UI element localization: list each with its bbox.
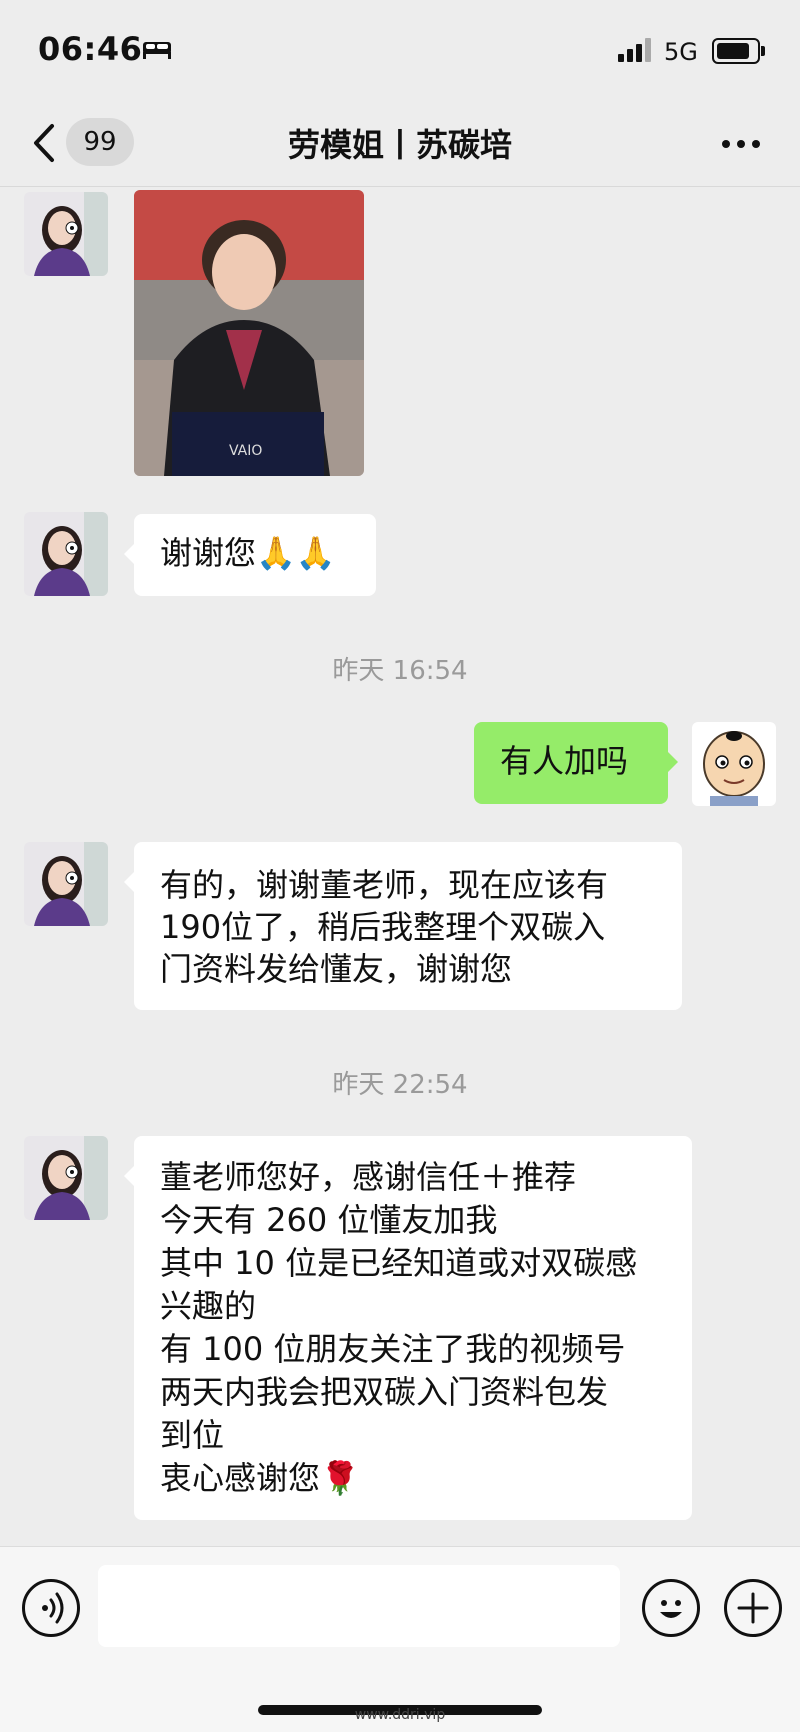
back-icon[interactable] [28, 118, 68, 168]
contact-avatar-image [24, 1136, 108, 1220]
more-icon[interactable] [716, 124, 766, 164]
svg-text:VAIO: VAIO [229, 443, 262, 459]
status-bar: 06:46 5G [0, 0, 800, 100]
contact-avatar[interactable] [24, 192, 108, 276]
contact-avatar-image [24, 512, 108, 596]
battery-fill [717, 43, 750, 59]
plus-sign-icon [737, 1592, 769, 1624]
incoming-message[interactable]: 谢谢您🙏🙏 [124, 514, 376, 596]
my-avatar[interactable] [692, 722, 776, 806]
input-bar: www.ddri.vip [0, 1546, 800, 1732]
outgoing-message[interactable]: 有人加吗 [474, 722, 678, 804]
message-timestamp: 昨天 16:54 [332, 656, 468, 686]
message-text: 有 100 位朋友关注了我的视频号 [160, 1330, 626, 1368]
watermark: www.ddri.vip [354, 1707, 446, 1723]
contact-avatar-image [24, 842, 108, 926]
battery-icon [712, 38, 765, 64]
chat-title: 劳模姐丨苏碳培 [287, 126, 512, 164]
voice-icon[interactable] [22, 1579, 80, 1637]
message-text: 有的，谢谢董老师，现在应该有 [160, 866, 609, 904]
status-time: 06:46 [38, 30, 143, 68]
battery-cap [761, 46, 765, 56]
chat-header: 99 劳模姐丨苏碳培 [0, 100, 800, 187]
contact-avatar[interactable] [24, 842, 108, 926]
contact-avatar[interactable] [24, 512, 108, 596]
network-type: 5G [664, 38, 698, 66]
cartoon-avatar-image [692, 722, 776, 806]
message-text: 两天内我会把双碳入门资料包发 [160, 1373, 609, 1411]
message-text: 谢谢您🙏🙏 [160, 534, 336, 572]
photo-of-woman-with-laptop: VAIO [134, 190, 364, 476]
signal-icon [618, 38, 651, 62]
message-text: 门资料发给懂友，谢谢您 [160, 950, 513, 988]
message-text: 今天有 260 位懂友加我 [160, 1201, 498, 1239]
emoji-icon[interactable] [642, 1579, 700, 1637]
contact-avatar[interactable] [24, 1136, 108, 1220]
plus-icon[interactable] [724, 1579, 782, 1637]
voice-wave-icon [42, 1592, 64, 1624]
message-text: 其中 10 位是已经知道或对双碳感 [160, 1244, 638, 1282]
message-text: 董老师您好，感谢信任＋推荐 [160, 1158, 577, 1196]
sleep-mode-icon [143, 42, 171, 59]
incoming-message[interactable]: 董老师您好，感谢信任＋推荐 今天有 260 位懂友加我 其中 10 位是已经知道… [124, 1136, 692, 1520]
message-text: 衷心感谢您🌹 [160, 1459, 360, 1497]
message-text: 有人加吗 [500, 742, 629, 780]
incoming-message[interactable]: 有的，谢谢董老师，现在应该有 190位了，稍后我整理个双碳入 门资料发给懂友，谢… [124, 842, 682, 1010]
contact-avatar-image [24, 192, 108, 276]
message-text: 到位 [160, 1416, 225, 1454]
smiley-face-icon [660, 1600, 682, 1618]
message-timestamp: 昨天 22:54 [332, 1070, 468, 1100]
message-text: 190位了，稍后我整理个双碳入 [160, 908, 606, 946]
message-input[interactable] [98, 1565, 620, 1647]
shared-photo[interactable]: VAIO [134, 190, 364, 476]
unread-badge[interactable]: 99 [66, 118, 134, 166]
message-text: 兴趣的 [160, 1287, 257, 1325]
